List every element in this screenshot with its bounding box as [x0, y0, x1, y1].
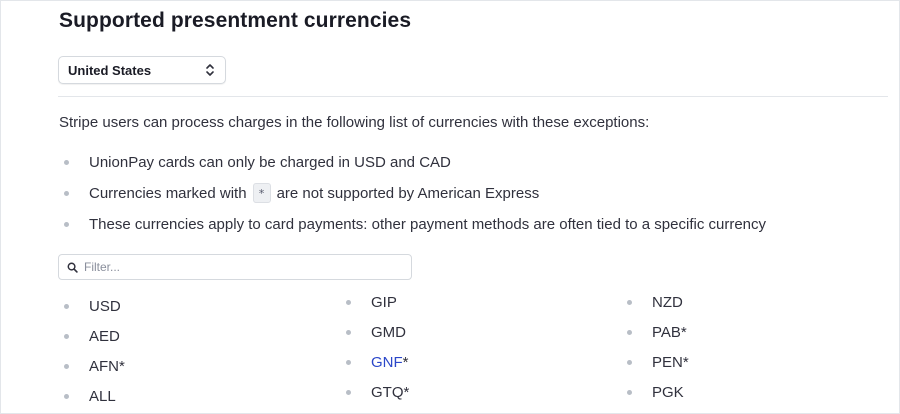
currency-item: ALL — [64, 388, 116, 405]
bullet-dot — [346, 300, 351, 305]
chevron-up-down-icon — [206, 64, 214, 76]
currency-item: USD — [64, 298, 121, 315]
exception-text: are not supported by American Express — [276, 184, 540, 202]
currency-item-link[interactable]: GNF * — [346, 354, 409, 371]
currency-item: NZD — [627, 294, 683, 311]
bullet-dot — [64, 304, 69, 309]
bullet-dot — [627, 300, 632, 305]
currency-item: PEN* — [627, 354, 689, 371]
currency-item: AED — [64, 328, 120, 345]
country-select-value: United States — [68, 62, 152, 78]
bullet-dot — [64, 222, 69, 227]
bullet-dot — [627, 360, 632, 365]
bullet-dot — [64, 160, 69, 165]
exception-item: UnionPay cards can only be charged in US… — [64, 154, 451, 171]
currency-item: GTQ* — [346, 384, 409, 401]
exception-text: These currencies apply to card payments:… — [89, 216, 767, 233]
bullet-dot — [64, 334, 69, 339]
exception-text: Currencies marked with — [89, 184, 247, 202]
currency-link[interactable]: GNF — [371, 354, 403, 371]
asterisk-badge: * — [252, 183, 271, 203]
bullet-dot — [64, 394, 69, 399]
bullet-dot — [64, 364, 69, 369]
filter-field[interactable] — [58, 254, 412, 280]
exception-text: UnionPay cards can only be charged in US… — [89, 154, 451, 171]
exception-item: Currencies marked with * are not support… — [64, 183, 539, 203]
bullet-dot — [346, 390, 351, 395]
currency-item: AFN* — [64, 358, 125, 375]
exception-item: These currencies apply to card payments:… — [64, 216, 766, 233]
bullet-dot — [627, 390, 632, 395]
bullet-dot — [346, 360, 351, 365]
search-icon — [67, 262, 78, 273]
section-divider — [58, 96, 888, 97]
country-select[interactable]: United States — [58, 56, 226, 84]
bullet-dot — [64, 190, 69, 196]
currency-item: PAB* — [627, 324, 687, 341]
currency-item: PGK — [627, 384, 684, 401]
bullet-dot — [346, 330, 351, 335]
currency-item: GMD — [346, 324, 406, 341]
intro-text: Stripe users can process charges in the … — [59, 114, 650, 131]
bullet-dot — [627, 330, 632, 335]
filter-input[interactable] — [84, 260, 384, 274]
page-title: Supported presentment currencies — [59, 9, 412, 32]
currency-item: GIP — [346, 294, 397, 311]
